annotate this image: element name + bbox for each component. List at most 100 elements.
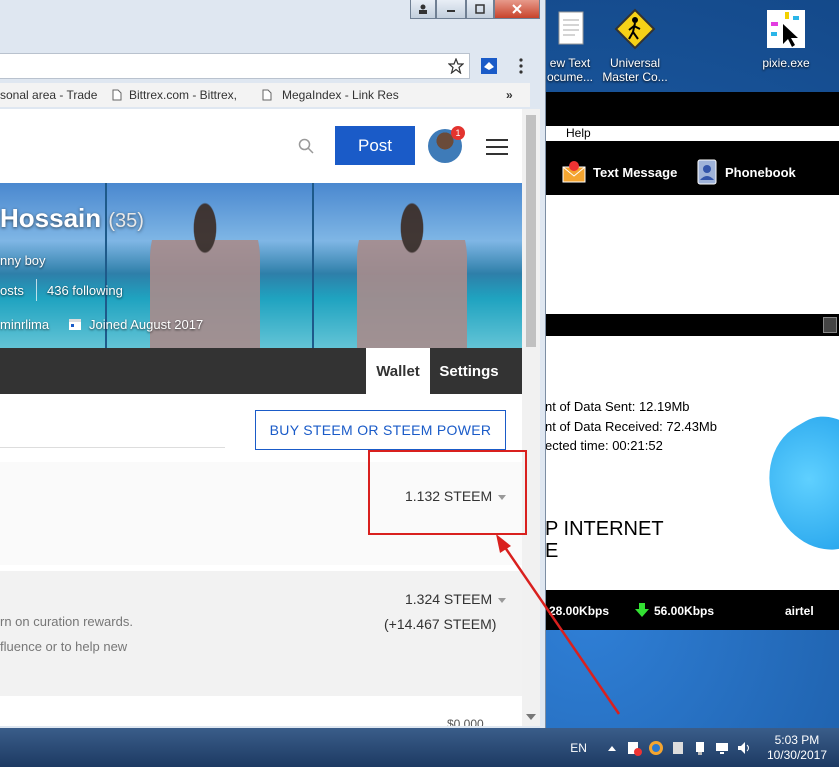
download-arrow-icon — [635, 603, 649, 617]
calendar-icon — [69, 319, 81, 330]
dropdown-arrow-icon[interactable] — [823, 317, 837, 333]
menu-help[interactable]: Help — [566, 126, 591, 140]
star-icon[interactable] — [448, 58, 464, 74]
divider — [0, 447, 225, 448]
phonebook-button[interactable]: Phonebook — [695, 159, 796, 185]
connection-stats: nt of Data Sent: 12.19Mb nt of Data Rece… — [545, 397, 717, 456]
steem-power-value: 1.324 STEEM — [405, 591, 493, 607]
minimize-icon — [447, 10, 455, 12]
profile-about: nny boy — [0, 253, 46, 268]
network-icon[interactable] — [714, 740, 730, 756]
address-bar[interactable] — [0, 53, 470, 79]
volume-icon[interactable] — [736, 740, 752, 756]
steemit-page: Post 1 Hossain (35) nny boy osts 436 fol… — [0, 109, 522, 726]
bookmarks-bar: sonal area - Trade Bittrex.com - Bittrex… — [0, 83, 530, 107]
data-received: nt of Data Received: 72.43Mb — [545, 418, 717, 434]
carrier-name: airtel — [785, 604, 814, 618]
brand-line-2: E — [545, 540, 559, 562]
profile-name: Hossain (35) — [0, 203, 144, 234]
text-message-label: Text Message — [593, 164, 678, 180]
language-indicator[interactable]: EN — [570, 741, 587, 755]
page-scrollbar[interactable] — [522, 109, 540, 726]
connected-time: ected time: 00:21:52 — [545, 438, 663, 453]
profile-banner: Hossain (35) nny boy osts 436 following … — [0, 183, 522, 348]
steem-power-row: rn on curation rewards. fluence or to he… — [0, 571, 522, 696]
menu-kebab-icon[interactable] — [518, 58, 524, 74]
upload-speed: 28.00Kbps — [549, 604, 610, 618]
profile-location: minrlima — [0, 317, 50, 332]
user-icon — [419, 4, 427, 14]
modem-toolbar: Text Message Phonebook — [545, 141, 839, 195]
steem-power[interactable]: 1.324 STEEM — [405, 591, 507, 607]
action-center-icon[interactable] — [626, 740, 642, 756]
window-controls — [410, 0, 540, 20]
bookmark-item[interactable]: Bittrex.com - Bittrex, — [129, 88, 237, 102]
modem-status-bar: 28.00Kbps 56.00Kbps airtel — [545, 590, 839, 630]
clock-time: 5:03 PM — [774, 732, 820, 747]
browser-window: sonal area - Trade Bittrex.com - Bittrex… — [0, 0, 546, 728]
page-icon — [112, 89, 122, 101]
phonebook-icon — [697, 159, 717, 185]
maximize-button[interactable] — [466, 0, 494, 19]
more-bookmarks-button[interactable]: » — [506, 88, 513, 102]
profile-tabs: Wallet Settings — [0, 348, 522, 394]
pedestrian-sign-icon — [614, 8, 656, 50]
minimize-button[interactable] — [436, 0, 466, 19]
profile-name-text: Hossain — [0, 203, 102, 233]
device-tray-icon[interactable] — [670, 740, 686, 756]
scrollbar-thumb[interactable] — [526, 115, 536, 347]
clock[interactable]: 5:03 PM 10/30/2017 — [767, 733, 827, 763]
download-speed: 56.00Kbps — [654, 604, 715, 618]
site-header: Post 1 — [0, 109, 522, 183]
brand-line-1: P INTERNET — [545, 518, 664, 540]
desktop-icon-label: Master Co... — [602, 70, 668, 84]
tab-settings[interactable]: Settings — [430, 348, 508, 394]
modem-divider-strip — [545, 314, 839, 336]
text-document-icon — [558, 11, 584, 45]
system-tray: EN 5:03 PM 10/30/2017 — [570, 728, 839, 767]
phonebook-label: Phonebook — [725, 164, 796, 180]
buy-steem-button[interactable]: BUY STEEM OR STEEM POWER — [255, 410, 506, 450]
usb-tray-icon[interactable] — [692, 740, 708, 756]
steem-extension-icon[interactable] — [481, 58, 497, 74]
modem-title-bar — [545, 92, 839, 126]
desktop-icon-pixie[interactable]: pixie.exe — [746, 8, 826, 70]
scroll-down-arrow-icon[interactable] — [526, 713, 536, 721]
delegated-steem: (+14.467 STEEM) — [384, 616, 497, 632]
posts-count[interactable]: osts — [0, 283, 24, 298]
desktop-icon-label: pixie.exe — [762, 56, 810, 70]
bookmark-item[interactable]: MegaIndex - Link Res — [282, 88, 399, 102]
bookmark-item[interactable]: sonal area - Trade — [0, 88, 97, 102]
highlight-box — [368, 450, 527, 535]
search-icon[interactable] — [298, 138, 314, 154]
influence-description: fluence or to help new — [0, 639, 128, 654]
clock-date: 10/30/2017 — [766, 747, 827, 762]
desktop-icon-label: Universal — [609, 56, 660, 70]
text-message-button[interactable]: Text Message — [561, 159, 677, 185]
hamburger-menu-icon[interactable] — [486, 138, 508, 156]
reputation-score: (35) — [108, 210, 144, 232]
post-button[interactable]: Post — [335, 126, 415, 165]
next-row-amount: $0.000 — [447, 717, 484, 726]
envelope-icon — [562, 161, 586, 183]
curation-description: rn on curation rewards. — [0, 614, 133, 629]
close-icon — [512, 4, 522, 14]
joined-date: Joined August 2017 — [89, 317, 204, 332]
banner-person — [357, 198, 467, 348]
modem-tray-icon[interactable] — [648, 740, 664, 756]
page-icon — [262, 89, 272, 101]
tab-wallet[interactable]: Wallet — [366, 348, 430, 394]
user-profile-button[interactable] — [410, 0, 436, 19]
pixie-cursor-icon — [767, 10, 805, 48]
following-count[interactable]: 436 following — [47, 283, 123, 298]
maximize-icon — [475, 4, 485, 14]
chevron-down-icon — [498, 597, 507, 603]
close-button[interactable] — [494, 0, 540, 19]
taskbar: EN 5:03 PM 10/30/2017 — [0, 728, 839, 767]
data-sent: nt of Data Sent: 12.19Mb — [545, 399, 690, 414]
modem-app-window: Help Text Message Phonebook nt of Data S… — [545, 92, 839, 630]
show-hidden-icons-icon[interactable] — [604, 740, 620, 756]
notification-badge: 1 — [451, 126, 465, 140]
modem-brand-text: P INTERNET E — [545, 518, 664, 562]
desktop-icon-universal-master-control[interactable]: Universal Master Co... — [595, 8, 675, 84]
